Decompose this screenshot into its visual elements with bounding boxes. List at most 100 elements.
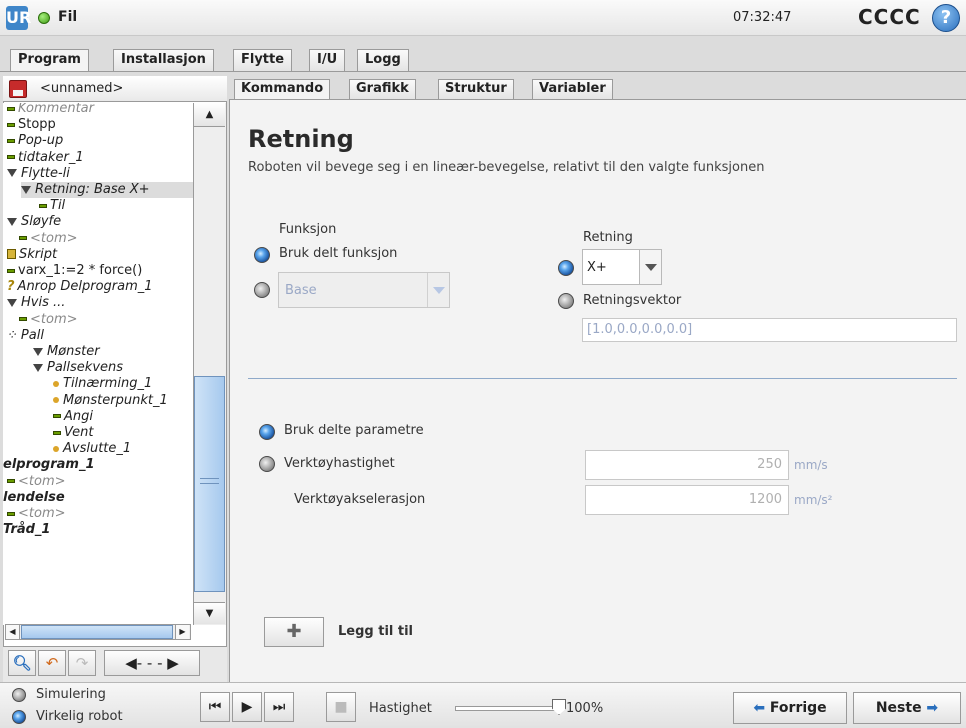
tree-item-label: Vent bbox=[64, 425, 94, 440]
tree-item[interactable]: lendelse bbox=[3, 490, 65, 506]
command-icon bbox=[7, 268, 15, 273]
tab-logg[interactable]: Logg bbox=[357, 49, 409, 71]
tab-flytte[interactable]: Flytte bbox=[233, 49, 293, 71]
tab-struktur[interactable]: Struktur bbox=[438, 79, 514, 99]
tree-item[interactable]: Flytte-li bbox=[7, 166, 70, 182]
real-robot-radio[interactable] bbox=[12, 710, 26, 724]
step-icon[interactable]: ⏭ bbox=[264, 692, 294, 722]
tree-item[interactable]: <tom> bbox=[19, 312, 78, 328]
tree-item[interactable]: Hvis ... bbox=[7, 295, 65, 311]
simulation-radio[interactable] bbox=[12, 688, 26, 702]
tool-speed-unit: mm/s bbox=[794, 458, 828, 472]
direction-select[interactable]: X+ bbox=[582, 249, 662, 285]
speed-value: 100% bbox=[566, 701, 604, 716]
tree-item[interactable]: Skript bbox=[7, 247, 57, 263]
waypoint-icon bbox=[53, 445, 59, 452]
tree-item[interactable]: Sløyfe bbox=[7, 214, 61, 230]
tree-item[interactable]: Retning: Base X+ bbox=[21, 182, 193, 198]
custom-feature-radio[interactable] bbox=[254, 282, 270, 298]
tree-item[interactable]: Mønster bbox=[33, 344, 100, 360]
tool-speed-field[interactable]: 250 bbox=[585, 450, 789, 480]
expand-triangle-icon bbox=[7, 169, 17, 178]
tab-divider bbox=[0, 71, 966, 72]
tree-item[interactable]: <tom> bbox=[19, 231, 78, 247]
search-icon[interactable]: 🔍︎ bbox=[8, 650, 36, 676]
redo-icon[interactable]: ↷ bbox=[68, 650, 96, 676]
feature-select[interactable]: Base bbox=[278, 272, 450, 308]
shared-params-radio[interactable] bbox=[259, 424, 275, 440]
expand-triangle-icon bbox=[33, 363, 43, 372]
tree-item[interactable]: Pop-up bbox=[7, 133, 63, 149]
tree-item[interactable]: Vent bbox=[53, 425, 93, 441]
arrow-left-icon: ⬅ bbox=[753, 700, 770, 716]
tree-item[interactable]: elprogram_1 bbox=[3, 457, 95, 473]
waypoint-icon bbox=[53, 380, 59, 387]
tab-io[interactable]: I/U bbox=[309, 49, 346, 71]
tree-item-label: elprogram_1 bbox=[3, 457, 95, 473]
tree-item[interactable]: ⁘ Pall bbox=[7, 328, 44, 344]
next-button[interactable]: Neste ➡ bbox=[853, 692, 961, 724]
waypoint-icon bbox=[53, 397, 59, 404]
tree-item[interactable]: Avslutte_1 bbox=[53, 441, 131, 457]
tab-grafikk[interactable]: Grafikk bbox=[349, 79, 416, 99]
shared-params-label: Bruk delte parametre bbox=[284, 423, 424, 438]
tree-item[interactable]: varx_1:=2 * force() bbox=[7, 263, 142, 279]
tree-item[interactable]: <tom> bbox=[7, 506, 66, 522]
scroll-up-icon[interactable]: ▲ bbox=[194, 103, 225, 127]
direction-vector-field[interactable]: [1.0,0.0,0.0,0.0] bbox=[582, 318, 957, 342]
tree-item-label: Avslutte_1 bbox=[63, 441, 132, 457]
tool-accel-field[interactable]: 1200 bbox=[585, 485, 789, 515]
file-menu[interactable]: Fil bbox=[58, 9, 77, 25]
tab-variabler[interactable]: Variabler bbox=[532, 79, 613, 99]
section-divider bbox=[248, 378, 957, 379]
direction-vector-radio[interactable] bbox=[558, 293, 574, 309]
tree-item-label: Anrop Delprogram_1 bbox=[17, 279, 153, 295]
tree-item-label: Stopp bbox=[18, 117, 56, 133]
tool-accel-unit: mm/s² bbox=[794, 493, 833, 507]
tab-installasjon[interactable]: Installasjon bbox=[113, 49, 214, 71]
shared-feature-radio[interactable] bbox=[254, 247, 270, 263]
tree-item-label: <tom> bbox=[30, 311, 78, 327]
tool-speed-radio[interactable] bbox=[259, 456, 275, 472]
shared-feature-label: Bruk delt funksjon bbox=[279, 246, 398, 261]
save-icon[interactable] bbox=[9, 80, 27, 98]
tree-item[interactable]: Pallsekvens bbox=[33, 360, 123, 376]
add-until-label: Legg til til bbox=[338, 624, 414, 639]
previous-button[interactable]: ⬅ Forrige bbox=[733, 692, 847, 724]
robot-name: CCCC bbox=[858, 5, 921, 29]
tab-kommando[interactable]: Kommando bbox=[234, 79, 331, 99]
add-until-button[interactable]: ✚ bbox=[264, 617, 324, 647]
scroll-down-icon[interactable]: ▼ bbox=[194, 602, 225, 624]
clock: 07:32:47 bbox=[733, 10, 792, 25]
expand-icon[interactable]: ◀- - - ▶ bbox=[104, 650, 200, 676]
hscroll-thumb[interactable] bbox=[21, 625, 173, 639]
tree-item[interactable]: Kommentar bbox=[7, 103, 94, 117]
tree-item[interactable]: Stopp bbox=[7, 117, 56, 133]
play-icon[interactable]: ▶ bbox=[232, 692, 262, 722]
help-icon[interactable]: ? bbox=[932, 4, 960, 32]
real-robot-label: Virkelig robot bbox=[36, 709, 123, 724]
tree-item[interactable]: Mønsterpunkt_1 bbox=[53, 393, 168, 409]
funksjon-label: Funksjon bbox=[279, 222, 337, 237]
tree-item[interactable]: <tom> bbox=[7, 474, 66, 490]
scroll-left-icon[interactable]: ◀ bbox=[6, 625, 20, 639]
tab-program[interactable]: Program bbox=[10, 49, 89, 71]
scroll-grip bbox=[200, 478, 219, 484]
speed-slider[interactable] bbox=[455, 706, 559, 711]
scroll-thumb[interactable] bbox=[194, 376, 225, 592]
undo-icon[interactable]: ↶ bbox=[38, 650, 66, 676]
command-icon bbox=[19, 236, 27, 241]
expand-triangle-icon bbox=[7, 217, 17, 226]
tree-item[interactable]: ? Anrop Delprogram_1 bbox=[7, 279, 153, 295]
direction-radio[interactable] bbox=[558, 260, 574, 276]
tree-item[interactable]: Tilnærming_1 bbox=[53, 376, 152, 392]
stop-icon[interactable]: ■ bbox=[326, 692, 356, 722]
scroll-right-icon[interactable]: ▶ bbox=[175, 625, 189, 639]
arrow-right-icon: ➡ bbox=[921, 700, 939, 716]
tree-item[interactable]: Angi bbox=[53, 409, 93, 425]
tree-item[interactable]: Til bbox=[39, 198, 65, 214]
skip-back-icon[interactable]: ⏮ bbox=[200, 692, 230, 722]
tree-item[interactable]: tidtaker_1 bbox=[7, 150, 84, 166]
tree-item[interactable]: Tråd_1 bbox=[3, 522, 50, 538]
program-tree[interactable]: Kommentar Stopp Pop-up tidtaker_1 Flytte-li R… bbox=[3, 103, 193, 625]
